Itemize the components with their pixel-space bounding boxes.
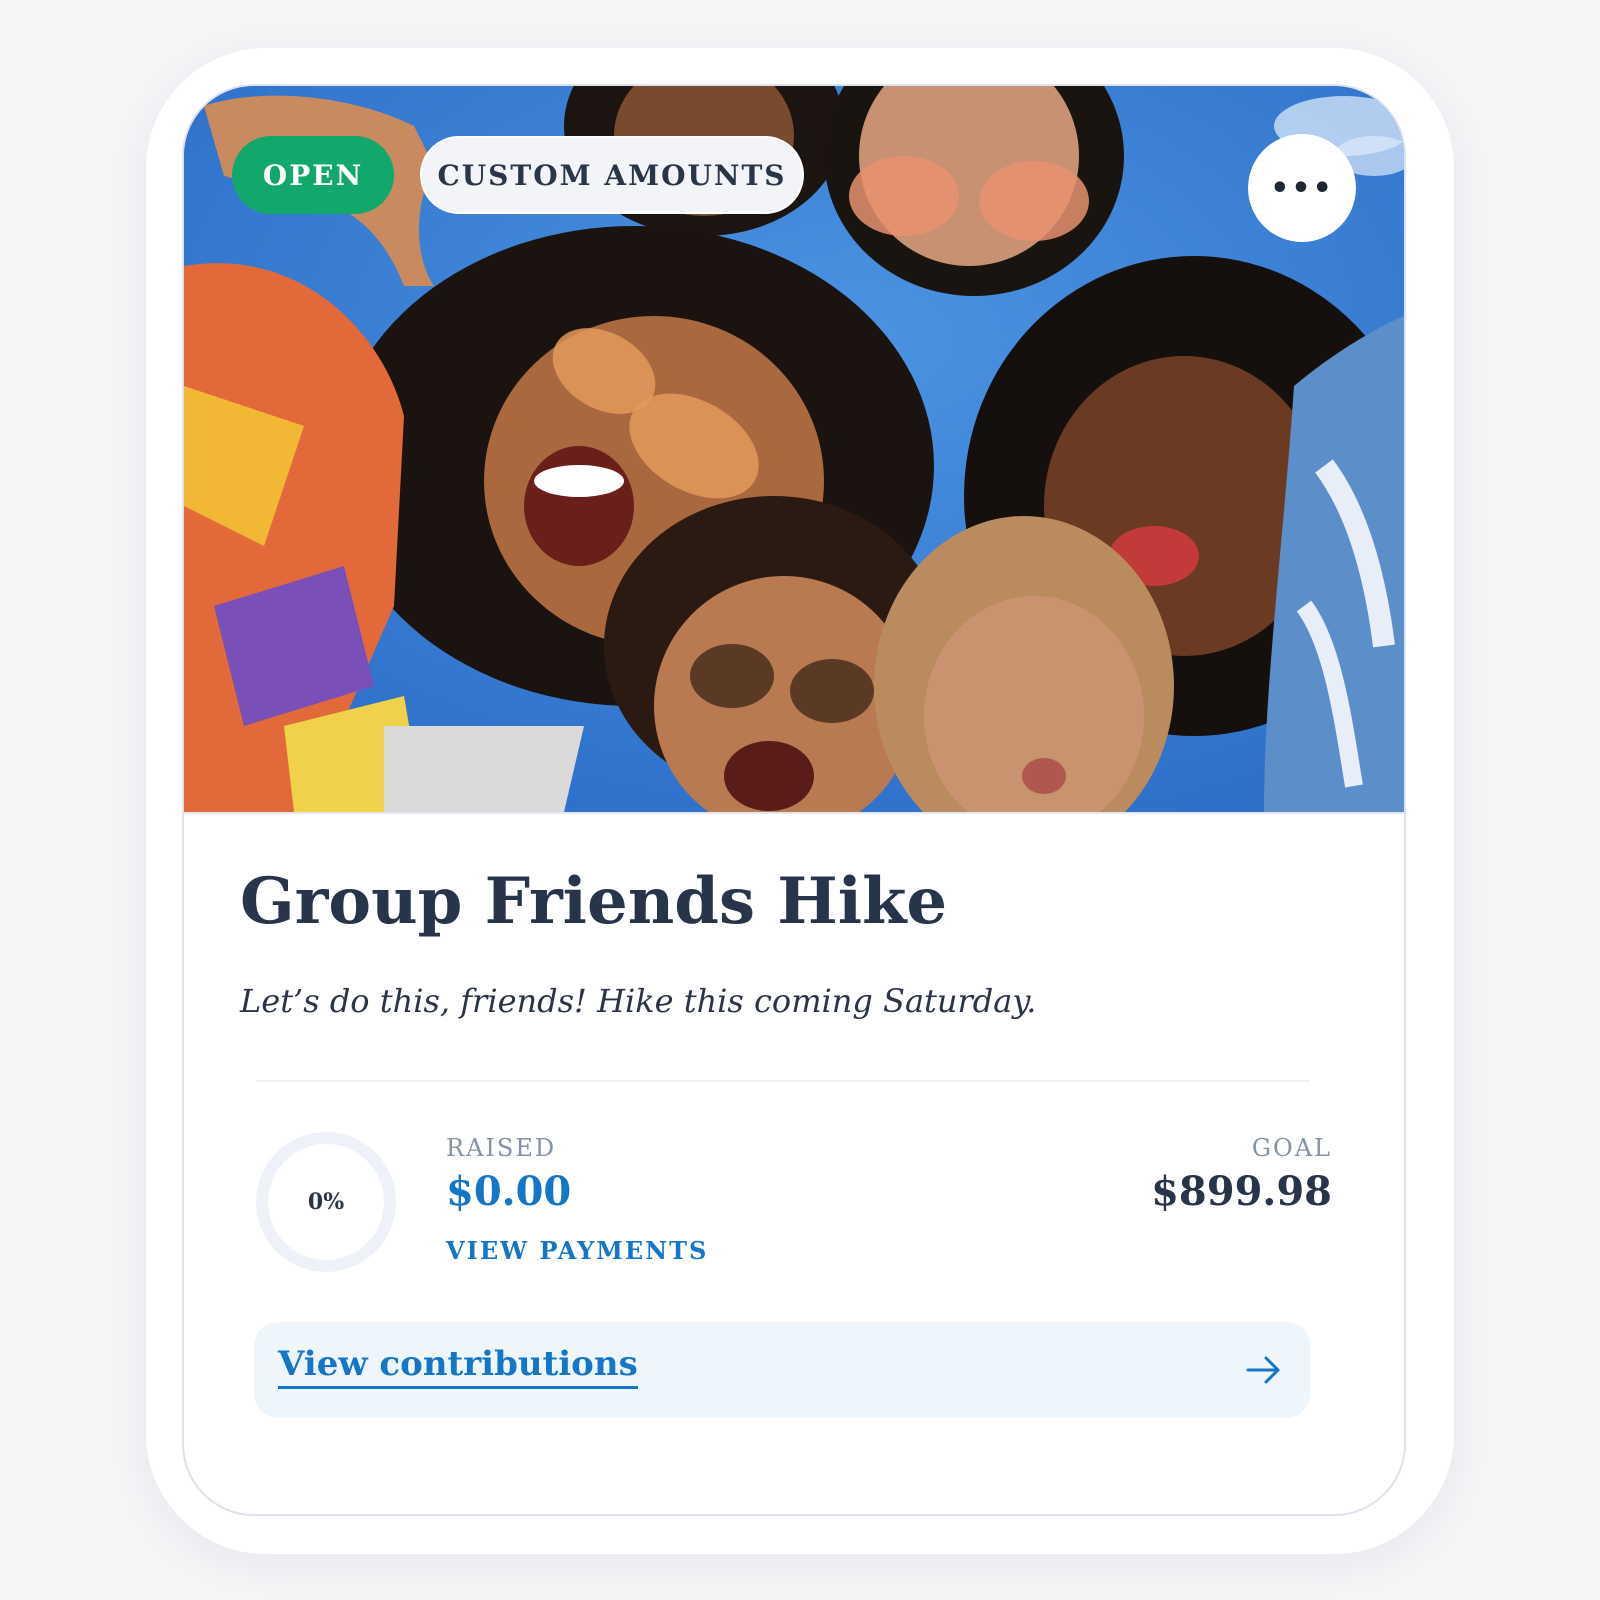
- status-badge-label: OPEN: [263, 159, 363, 192]
- goal-amount: $899.98: [1151, 1168, 1332, 1215]
- raised-label: RAISED: [446, 1134, 556, 1162]
- progress-percent: 0%: [254, 1130, 398, 1274]
- status-badge: OPEN: [232, 136, 394, 214]
- view-contributions-label[interactable]: View contributions: [278, 1344, 638, 1389]
- more-options-button[interactable]: •••: [1248, 134, 1356, 242]
- view-contributions-button[interactable]: View contributions: [254, 1322, 1310, 1418]
- view-payments-link[interactable]: VIEW PAYMENTS: [446, 1236, 708, 1265]
- collection-description: Let’s do this, friends! Hike this coming…: [240, 982, 1036, 1020]
- goal-label: GOAL: [1252, 1134, 1332, 1162]
- raised-amount: $0.00: [446, 1168, 571, 1215]
- divider: [256, 1080, 1310, 1082]
- collection-title: Group Friends Hike: [240, 864, 947, 939]
- ellipsis-icon: •••: [1270, 171, 1334, 206]
- collection-card: OPEN CUSTOM AMOUNTS ••• Group Friends Hi…: [182, 84, 1406, 1516]
- cover-photo: OPEN CUSTOM AMOUNTS •••: [184, 86, 1404, 814]
- custom-amounts-label: CUSTOM AMOUNTS: [437, 159, 786, 192]
- custom-amounts-badge: CUSTOM AMOUNTS: [420, 136, 804, 214]
- arrow-right-icon: [1244, 1352, 1284, 1388]
